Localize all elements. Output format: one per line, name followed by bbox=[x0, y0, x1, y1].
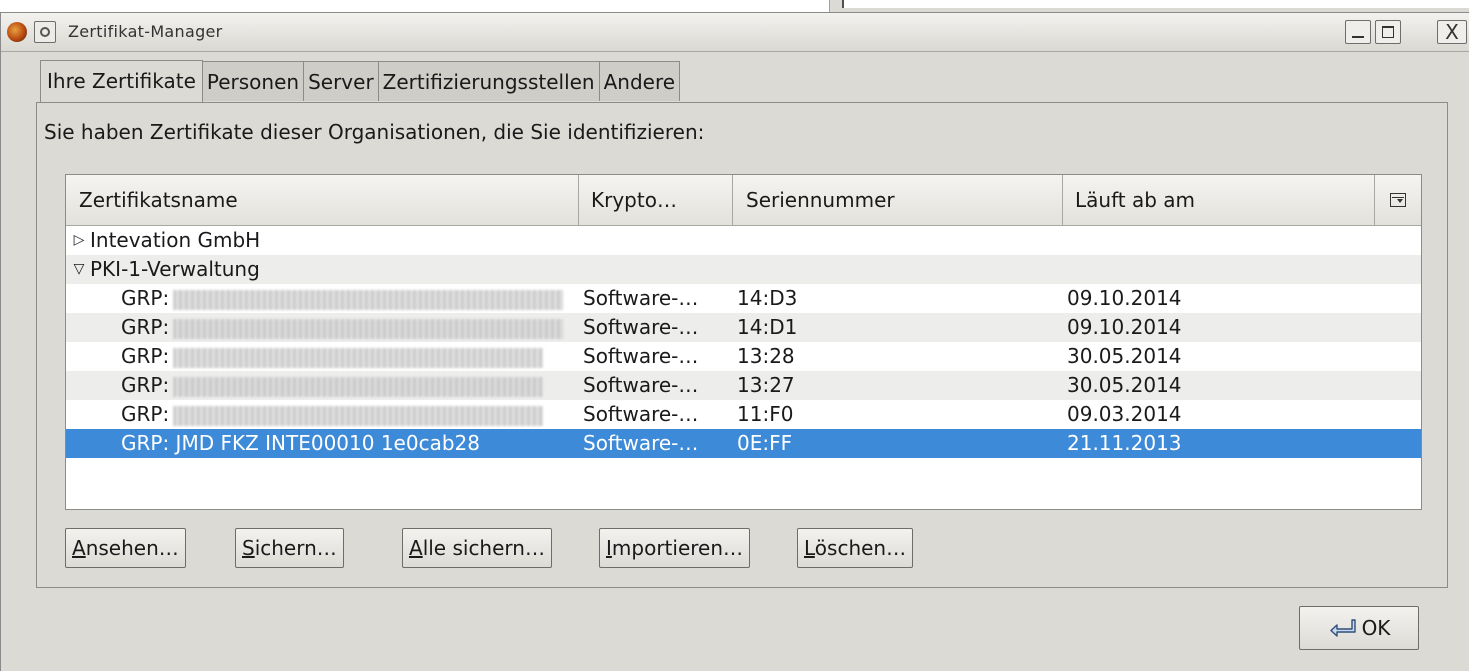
tree-group-row[interactable]: ▽ PKI-1-Verwaltung bbox=[66, 255, 1421, 284]
serial-cell: 13:27 bbox=[737, 373, 795, 397]
tree-rows: ▷ Intevation GmbH ▽ PKI-1-Verwaltung GRP… bbox=[66, 226, 1421, 458]
table-row[interactable]: GRP: Software-… 13:27 30.05.2014 bbox=[66, 371, 1421, 400]
group-label: Intevation GmbH bbox=[90, 228, 261, 252]
cert-name-cell: GRP: bbox=[121, 313, 576, 342]
enter-arrow-icon bbox=[1328, 617, 1358, 639]
crypto-cell: Software-… bbox=[583, 402, 699, 426]
tab-people[interactable]: Personen bbox=[201, 61, 305, 101]
expires-cell: 09.10.2014 bbox=[1067, 286, 1182, 310]
redacted-text bbox=[173, 318, 564, 339]
delete-button[interactable]: Löschen… bbox=[797, 528, 914, 568]
crypto-cell: Software-… bbox=[583, 344, 699, 368]
serial-cell: 11:F0 bbox=[737, 402, 794, 426]
ok-button[interactable]: OK bbox=[1299, 606, 1419, 650]
cert-name-cell: GRP: bbox=[121, 371, 576, 400]
import-button[interactable]: Importieren… bbox=[599, 528, 751, 568]
window-menu-button[interactable] bbox=[34, 21, 56, 43]
panel-description: Sie haben Zertifikate dieser Organisatio… bbox=[44, 120, 705, 144]
tab-others[interactable]: Andere bbox=[598, 61, 681, 101]
background-window-right bbox=[842, 0, 1469, 8]
tree-header: Zertifikatsname Krypto… Seriennummer Läu… bbox=[66, 175, 1421, 226]
column-header-serial[interactable]: Seriennummer bbox=[733, 175, 1063, 225]
crypto-cell: Software-… bbox=[583, 373, 699, 397]
expires-cell: 09.03.2014 bbox=[1067, 402, 1182, 426]
expires-cell: 09.10.2014 bbox=[1067, 315, 1182, 339]
firefox-icon bbox=[7, 22, 27, 42]
expires-cell: 30.05.2014 bbox=[1067, 344, 1182, 368]
column-header-crypto[interactable]: Krypto… bbox=[579, 175, 733, 225]
table-row[interactable]: GRP: Software-… 14:D1 09.10.2014 bbox=[66, 313, 1421, 342]
serial-cell: 14:D1 bbox=[737, 315, 798, 339]
window-menu-icon bbox=[40, 27, 50, 37]
table-row[interactable]: GRP: Software-… 14:D3 09.10.2014 bbox=[66, 284, 1421, 313]
tab-bar: Ihre Zertifikate Personen Server Zertifi… bbox=[40, 60, 681, 103]
title-bar[interactable]: Zertifikat-Manager X bbox=[1, 13, 1469, 52]
table-row[interactable]: GRP: Software-… 13:28 30.05.2014 bbox=[66, 342, 1421, 371]
tab-servers[interactable]: Server bbox=[303, 61, 379, 101]
serial-cell: 0E:FF bbox=[737, 431, 793, 455]
cert-name-cell: GRP: JMD FKZ INTE00010 1e0cab28 bbox=[121, 431, 480, 455]
redacted-text bbox=[173, 347, 544, 368]
expires-cell: 21.11.2013 bbox=[1067, 431, 1182, 455]
view-button[interactable]: Ansehen… bbox=[65, 528, 186, 568]
cert-name-cell: GRP: bbox=[121, 342, 576, 371]
column-picker[interactable] bbox=[1375, 175, 1421, 225]
expanded-twisty-icon[interactable]: ▽ bbox=[72, 255, 86, 284]
serial-cell: 14:D3 bbox=[737, 286, 798, 310]
table-row-selected[interactable]: GRP: JMD FKZ INTE00010 1e0cab28 Software… bbox=[66, 429, 1421, 458]
minimize-button[interactable] bbox=[1345, 20, 1371, 44]
group-label: PKI-1-Verwaltung bbox=[90, 257, 260, 281]
crypto-cell: Software-… bbox=[583, 286, 699, 310]
crypto-cell: Software-… bbox=[583, 431, 699, 455]
certificate-tree[interactable]: Zertifikatsname Krypto… Seriennummer Läu… bbox=[65, 174, 1422, 510]
backup-button[interactable]: Sichern… bbox=[235, 528, 344, 568]
redacted-text bbox=[173, 405, 544, 426]
cert-name-cell: GRP: bbox=[121, 400, 576, 429]
tree-group-row[interactable]: ▷ Intevation GmbH bbox=[66, 226, 1421, 255]
window-title: Zertifikat-Manager bbox=[68, 22, 223, 41]
ok-label: OK bbox=[1361, 616, 1391, 640]
close-icon: X bbox=[1445, 20, 1459, 44]
close-button[interactable]: X bbox=[1437, 20, 1467, 44]
cert-name-cell: GRP: bbox=[121, 284, 576, 313]
column-header-name[interactable]: Zertifikatsname bbox=[66, 175, 579, 225]
expires-cell: 30.05.2014 bbox=[1067, 373, 1182, 397]
maximize-button[interactable] bbox=[1375, 20, 1401, 44]
column-header-expires[interactable]: Läuft ab am bbox=[1063, 175, 1375, 225]
column-picker-icon bbox=[1390, 193, 1406, 207]
backup-all-button[interactable]: Alle sichern… bbox=[402, 528, 552, 568]
crypto-cell: Software-… bbox=[583, 315, 699, 339]
serial-cell: 13:28 bbox=[737, 344, 795, 368]
redacted-text bbox=[173, 289, 564, 310]
redacted-text bbox=[173, 376, 544, 397]
tab-authorities[interactable]: Zertifizierungsstellen bbox=[377, 61, 600, 101]
table-row[interactable]: GRP: Software-… 11:F0 09.03.2014 bbox=[66, 400, 1421, 429]
collapsed-twisty-icon[interactable]: ▷ bbox=[72, 226, 86, 255]
tab-your-certificates[interactable]: Ihre Zertifikate bbox=[40, 60, 203, 102]
